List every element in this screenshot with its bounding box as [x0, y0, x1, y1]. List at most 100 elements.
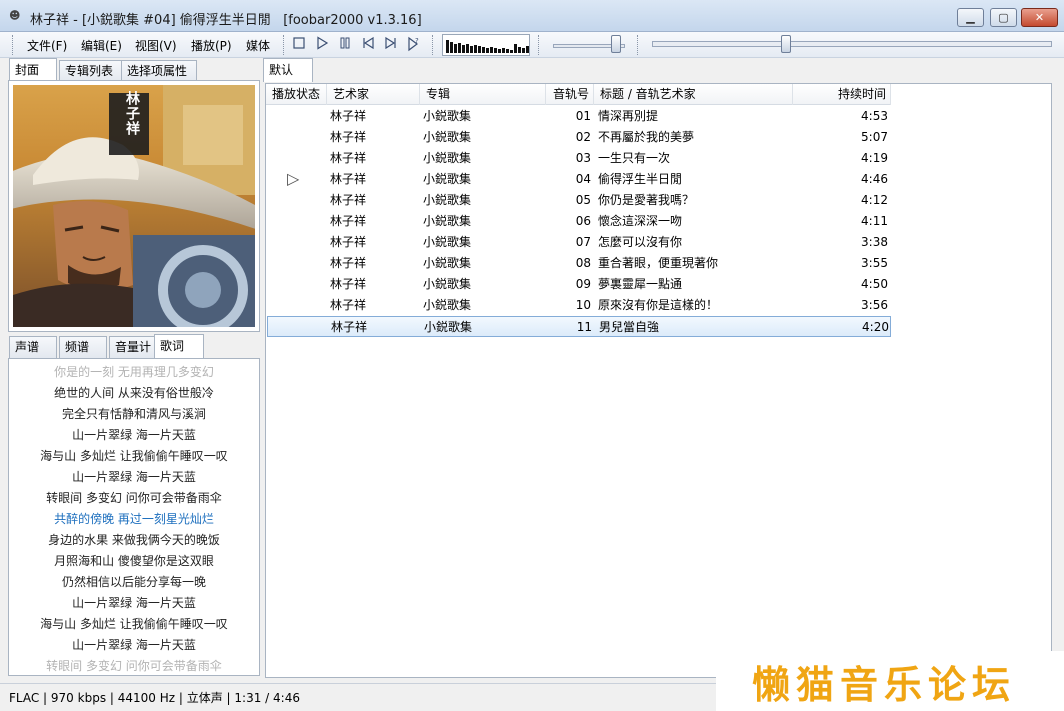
- toolbar-grip[interactable]: [538, 35, 541, 55]
- playlist-row[interactable]: 林子祥 小鋭歌集 03 一生只有一次 4:19: [267, 148, 891, 169]
- lyric-line: 完全只有恬静和清风与溪涧: [61, 407, 206, 421]
- cover-artist-text: 林子祥: [124, 91, 140, 136]
- menu-edit[interactable]: 编辑(E): [81, 37, 122, 54]
- volume-slider-thumb[interactable]: [611, 35, 622, 53]
- lyrics-panel[interactable]: 你是的一刻 无用再理几多变幻 绝世的人间 从来没有俗世般冷 完全只有恬静和清风与溪涧…: [8, 358, 260, 676]
- cell-title: 重合著眼，便重現著你: [598, 256, 719, 270]
- spectrum-bar: [454, 44, 457, 53]
- spectrum-bar: [446, 40, 449, 53]
- playlist-row[interactable]: 林子祥 小鋭歌集 10 原來沒有你是這樣的！ 3:56: [267, 295, 891, 316]
- tab-cover[interactable]: 封面: [9, 58, 57, 82]
- watermark-text: 懒猫音乐论坛: [752, 663, 1017, 707]
- playlist-row[interactable]: 林子祥 小鋭歌集 11 男兒當自強 4:20: [267, 316, 891, 337]
- playlist-view[interactable]: 播放状态 艺术家 专辑 音轨号 标题 / 音轨艺术家 持续时间 林子祥 小鋭歌集 0…: [265, 83, 1052, 678]
- cell-track-number: 03: [575, 151, 591, 165]
- tab-spectrogram[interactable]: 声谱: [9, 336, 57, 358]
- spectrum-bar: [486, 48, 489, 53]
- spectrum-bar: [482, 47, 485, 53]
- column-duration[interactable]: 持续时间: [793, 84, 891, 105]
- tab-vu-meter[interactable]: 音量计: [109, 336, 157, 358]
- playlist-row[interactable]: ▷ 林子祥 小鋭歌集 04 偷得浮生半日閒 4:46: [267, 169, 891, 190]
- toolbar-grip[interactable]: [12, 35, 15, 55]
- tab-playlist-default[interactable]: 默认: [263, 58, 313, 82]
- maximize-button[interactable]: ▢: [990, 8, 1017, 27]
- playlist-row[interactable]: 林子祥 小鋭歌集 02 不再屬於我的美夢 5:07: [267, 127, 891, 148]
- playlist-row[interactable]: 林子祥 小鋭歌集 01 情深再別提 4:53: [267, 106, 891, 127]
- spectrum-bar: [510, 50, 513, 53]
- lyric-line: 绝世的人间 从来没有俗世般冷: [54, 386, 214, 400]
- spectrum-bar: [502, 48, 505, 53]
- pause-button[interactable]: [336, 36, 354, 54]
- now-playing-icon: ▷: [287, 169, 300, 188]
- close-button[interactable]: ✕: [1021, 8, 1058, 27]
- menu-playback[interactable]: 播放(P): [191, 37, 232, 54]
- toolbar-grip[interactable]: [283, 35, 286, 55]
- random-icon: ?: [408, 36, 419, 52]
- cell-artist: 林子祥: [330, 109, 367, 123]
- tab-lyrics[interactable]: 歌词: [154, 334, 204, 358]
- cell-track-number: 06: [575, 214, 591, 228]
- lyric-line: 你是的一刻 无用再理几多变幻: [54, 365, 214, 379]
- seek-bar-thumb[interactable]: [781, 35, 792, 53]
- toolbar-grip[interactable]: [432, 35, 435, 55]
- tab-album-list[interactable]: 专辑列表: [59, 60, 125, 82]
- cell-track-number: 10: [575, 298, 591, 312]
- seek-bar-track[interactable]: [652, 41, 1052, 47]
- column-title[interactable]: 标题 / 音轨艺术家: [594, 84, 793, 105]
- cell-duration: 4:20: [862, 320, 889, 334]
- tab-selection-properties[interactable]: 选择项属性: [121, 60, 197, 82]
- playlist-row[interactable]: 林子祥 小鋭歌集 09 夢裏靈犀一點通 4:50: [267, 274, 891, 295]
- cell-track-number: 09: [575, 277, 591, 291]
- cell-title: 情深再別提: [598, 109, 659, 123]
- menu-file[interactable]: 文件(F): [27, 37, 67, 54]
- play-button[interactable]: [313, 36, 331, 54]
- window-title: 林子祥 - [小鋭歌集 #04] 偷得浮生半日閒 [foobar2000 v1.…: [30, 13, 422, 28]
- menu-view[interactable]: 视图(V): [135, 37, 177, 54]
- cell-track-number: 02: [575, 130, 591, 144]
- lyric-line: 山一片翠绿 海一片天蓝: [72, 638, 196, 652]
- cell-track-number: 07: [575, 235, 591, 249]
- column-artist[interactable]: 艺术家: [327, 84, 420, 105]
- toolbar-grip[interactable]: [637, 35, 640, 55]
- cell-album: 小鋭歌集: [423, 298, 472, 312]
- playlist-row[interactable]: 林子祥 小鋭歌集 07 怎麼可以沒有你 3:38: [267, 232, 891, 253]
- cell-artist: 林子祥: [330, 151, 367, 165]
- column-track-number[interactable]: 音轨号: [546, 84, 594, 105]
- playlist-header: 播放状态 艺术家 专辑 音轨号 标题 / 音轨艺术家 持续时间: [266, 84, 891, 105]
- cell-title: 不再屬於我的美夢: [598, 130, 695, 144]
- cell-duration: 5:07: [861, 130, 888, 144]
- lyric-line: 仍然相信以后能分享每一晚: [61, 575, 206, 589]
- cover-panel: 林子祥: [8, 80, 260, 332]
- column-album[interactable]: 专辑: [420, 84, 546, 105]
- cell-playing-status: [267, 106, 328, 127]
- cell-album: 小鋭歌集: [423, 172, 472, 186]
- cell-album: 小鋭歌集: [423, 109, 472, 123]
- cell-artist: 林子祥: [330, 193, 367, 207]
- minimize-button[interactable]: ▁: [957, 8, 984, 27]
- playlist-row[interactable]: 林子祥 小鋭歌集 05 你仍是愛著我嗎？ 4:12: [267, 190, 891, 211]
- menu-library[interactable]: 媒体: [246, 37, 270, 54]
- cell-album: 小鋭歌集: [423, 130, 472, 144]
- cell-artist: 林子祥: [331, 320, 368, 334]
- title-bar[interactable]: ☻ 林子祥 - [小鋭歌集 #04] 偷得浮生半日閒 [foobar2000 v…: [0, 0, 1064, 32]
- tab-spectrum[interactable]: 频谱: [59, 336, 107, 358]
- random-button[interactable]: ?: [405, 36, 423, 54]
- spectrum-visualizer[interactable]: [442, 34, 530, 56]
- cell-artist: 林子祥: [330, 277, 367, 291]
- cell-playing-status: [267, 148, 328, 169]
- next-button[interactable]: [382, 36, 400, 54]
- cell-playing-status: [268, 317, 329, 338]
- cell-title: 你仍是愛著我嗎？: [598, 193, 695, 207]
- stop-button[interactable]: [290, 36, 308, 54]
- previous-icon: [363, 36, 374, 50]
- cell-artist: 林子祥: [330, 298, 367, 312]
- cell-artist: 林子祥: [330, 172, 367, 186]
- previous-button[interactable]: [359, 36, 377, 54]
- playlist-row[interactable]: 林子祥 小鋭歌集 06 懷念這深深一吻 4:11: [267, 211, 891, 232]
- cell-title: 偷得浮生半日閒: [598, 172, 683, 186]
- cell-playing-status: [267, 211, 328, 232]
- playlist-row[interactable]: 林子祥 小鋭歌集 08 重合著眼，便重現著你 3:55: [267, 253, 891, 274]
- cell-album: 小鋭歌集: [423, 151, 472, 165]
- column-playing-status[interactable]: 播放状态: [266, 84, 327, 105]
- cell-duration: 3:56: [861, 298, 888, 312]
